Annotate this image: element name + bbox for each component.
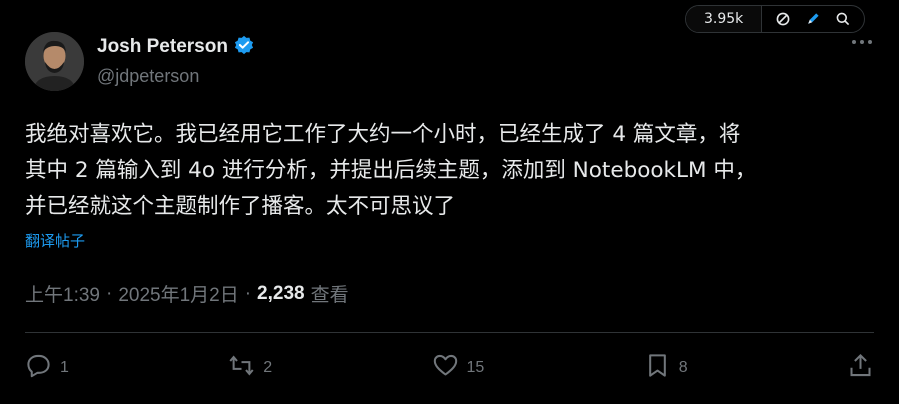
toolbar-icons: [762, 6, 864, 32]
heart-icon: [432, 352, 459, 384]
avatar[interactable]: [25, 32, 84, 91]
meta-separator: ·: [244, 282, 252, 304]
views-label: 查看: [310, 285, 349, 306]
like-count: 15: [466, 359, 485, 376]
tweet-text: 我绝对喜欢它。我已经用它工作了大约一个小时，已经生成了 4 篇文章，将 其中 2…: [25, 122, 757, 219]
retweet-icon: [228, 352, 255, 384]
retweet-count: 2: [263, 359, 273, 376]
bookmark-count: 8: [678, 359, 688, 376]
more-options-icon[interactable]: [852, 40, 872, 44]
post-time[interactable]: 上午1:39: [25, 280, 100, 307]
meta-separator: ·: [105, 282, 113, 304]
reply-button[interactable]: 1: [25, 352, 69, 384]
like-button[interactable]: 15: [432, 352, 485, 384]
bookmark-button[interactable]: 8: [644, 352, 688, 384]
bookmark-icon: [644, 352, 671, 384]
verified-badge-icon: [234, 35, 254, 59]
reply-icon: [25, 352, 52, 384]
post-date[interactable]: 2025年1月2日: [118, 280, 238, 307]
top-toolbar: 3.95k: [685, 5, 866, 33]
divider: [25, 332, 874, 333]
share-button[interactable]: [847, 352, 874, 384]
retweet-button[interactable]: 2: [228, 352, 272, 384]
view-count-badge[interactable]: 3.95k: [686, 6, 763, 32]
block-icon[interactable]: [774, 10, 792, 28]
search-icon[interactable]: [834, 10, 852, 28]
author-name[interactable]: Josh Peterson: [97, 36, 228, 58]
pen-icon[interactable]: [804, 10, 822, 28]
views-count: 2,238: [257, 282, 305, 304]
author-handle[interactable]: @jdpeterson: [97, 66, 199, 87]
share-icon: [847, 352, 874, 384]
reply-count: 1: [60, 359, 69, 376]
translate-post-link[interactable]: 翻译帖子: [25, 230, 85, 251]
action-bar: 1 2 15 8: [25, 348, 874, 388]
author-name-row: Josh Peterson: [97, 35, 254, 59]
tweet-meta: 上午1:39 · 2025年1月2日 · 2,238 查看: [25, 280, 349, 307]
